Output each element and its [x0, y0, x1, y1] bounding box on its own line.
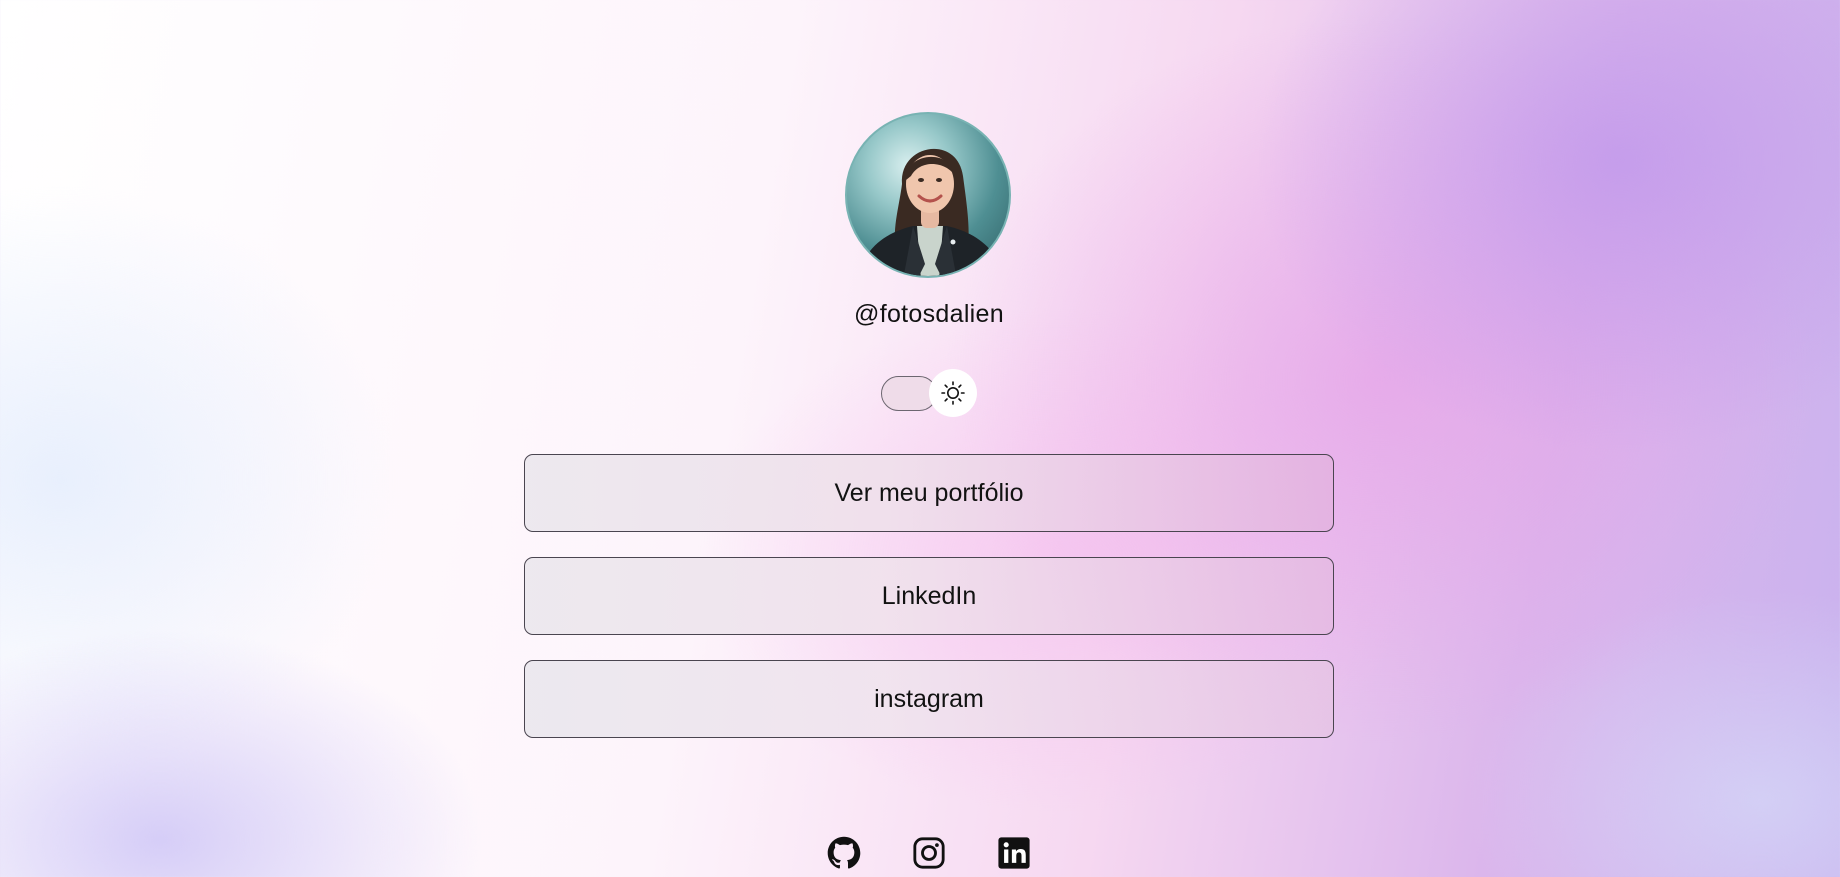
username: @fotosdalien: [854, 300, 1004, 328]
linkedin-icon[interactable]: [997, 836, 1031, 870]
avatar: [845, 112, 1011, 278]
instagram-link-button[interactable]: instagram: [524, 660, 1334, 738]
linkedin-link-button[interactable]: LinkedIn: [524, 557, 1334, 635]
avatar-photo: [858, 148, 1004, 276]
instagram-link-label: instagram: [874, 684, 984, 713]
linkedin-link-label: LinkedIn: [881, 581, 977, 610]
portfolio-link-button[interactable]: Ver meu portfólio: [524, 454, 1334, 532]
portfolio-link-label: Ver meu portfólio: [834, 478, 1024, 507]
sun-icon: [941, 381, 965, 405]
theme-toggle-knob[interactable]: [929, 369, 977, 417]
github-icon[interactable]: [827, 836, 861, 870]
instagram-icon[interactable]: [912, 836, 946, 870]
social-icons-row: [827, 836, 1030, 870]
